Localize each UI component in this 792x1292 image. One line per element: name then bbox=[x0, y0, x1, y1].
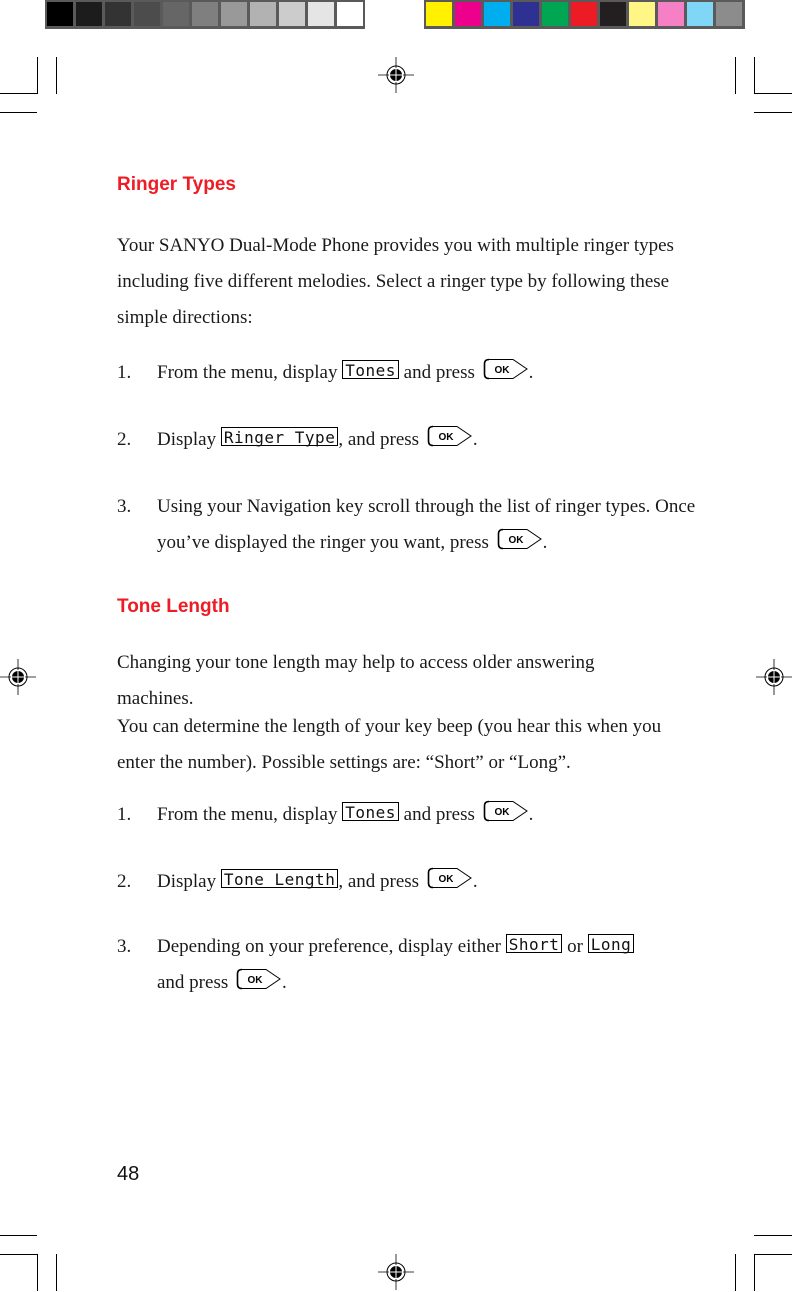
gray-swatch bbox=[134, 2, 160, 26]
gray-swatch bbox=[250, 2, 276, 26]
lcd-display-tone-length: Tone Length bbox=[220, 869, 339, 889]
step-punct: . bbox=[472, 871, 478, 892]
registration-mark-icon bbox=[378, 57, 414, 93]
crop-mark-line bbox=[754, 1235, 792, 1236]
color-swatch bbox=[571, 2, 597, 26]
color-swatch bbox=[484, 2, 510, 26]
ok-key-icon: OK bbox=[483, 799, 529, 822]
step-number: 1. bbox=[117, 362, 132, 383]
registration-mark-icon bbox=[378, 1254, 414, 1290]
crop-mark-line bbox=[735, 1254, 736, 1291]
lcd-display-ringer-type: Ringer Type bbox=[220, 427, 339, 447]
gray-swatch bbox=[76, 2, 102, 26]
grayscale-calibration-bar bbox=[45, 0, 365, 29]
ok-key-icon: OK bbox=[497, 527, 543, 550]
tone-length-intro: Changing your tone length may help to ac… bbox=[117, 652, 595, 709]
color-calibration-bar bbox=[424, 0, 745, 29]
step-punct: . bbox=[472, 429, 478, 450]
crop-mark-line bbox=[754, 57, 755, 94]
ok-key-icon: OK bbox=[236, 967, 282, 990]
step-number: 3. bbox=[117, 936, 132, 957]
crop-mark-line bbox=[735, 57, 736, 94]
step-text: Display bbox=[157, 429, 221, 450]
color-swatch bbox=[716, 2, 742, 26]
svg-text:OK: OK bbox=[508, 535, 524, 546]
lcd-display-tones: Tones bbox=[342, 360, 399, 380]
crop-mark-line bbox=[56, 57, 57, 94]
ringer-types-intro: Your SANYO Dual-Mode Phone provides you … bbox=[117, 235, 674, 328]
lcd-display-long: Long bbox=[587, 934, 635, 954]
gray-swatch bbox=[337, 2, 363, 26]
section-heading-ringer-types: Ringer Types bbox=[117, 174, 236, 195]
crop-mark-line bbox=[754, 112, 792, 113]
step-text: and press bbox=[398, 804, 480, 825]
gray-swatch bbox=[221, 2, 247, 26]
step-punct: . bbox=[542, 532, 548, 553]
crop-mark-line bbox=[37, 57, 38, 94]
step-text: or bbox=[562, 936, 588, 957]
step-text: From the menu, display bbox=[157, 804, 343, 825]
color-swatch bbox=[455, 2, 481, 26]
crop-mark-line bbox=[0, 112, 37, 113]
crop-mark-line bbox=[56, 1254, 57, 1291]
color-swatch bbox=[600, 2, 626, 26]
svg-text:OK: OK bbox=[494, 807, 510, 818]
color-swatch bbox=[658, 2, 684, 26]
gray-swatch bbox=[105, 2, 131, 26]
svg-text:OK: OK bbox=[438, 432, 454, 443]
gray-swatch bbox=[308, 2, 334, 26]
color-swatch bbox=[513, 2, 539, 26]
step-number: 3. bbox=[117, 496, 132, 517]
step-number: 1. bbox=[117, 804, 132, 825]
crop-mark-line bbox=[754, 1254, 792, 1255]
step-text: , and press bbox=[338, 429, 424, 450]
crop-mark-line bbox=[754, 1254, 755, 1291]
registration-mark-icon bbox=[756, 659, 792, 695]
page-number: 48 bbox=[117, 1163, 140, 1185]
step-number: 2. bbox=[117, 429, 132, 450]
svg-text:OK: OK bbox=[247, 975, 263, 986]
step-text: , and press bbox=[338, 871, 424, 892]
section-heading-tone-length: Tone Length bbox=[117, 596, 230, 617]
color-swatch bbox=[687, 2, 713, 26]
color-swatch bbox=[629, 2, 655, 26]
ok-key-icon: OK bbox=[483, 357, 529, 380]
registration-mark-icon bbox=[0, 659, 36, 695]
color-swatch bbox=[426, 2, 452, 26]
ok-key-icon: OK bbox=[427, 424, 473, 447]
step-punct: . bbox=[528, 362, 534, 383]
gray-swatch bbox=[47, 2, 73, 26]
lcd-display-short: Short bbox=[505, 934, 563, 954]
gray-swatch bbox=[163, 2, 189, 26]
crop-mark-line bbox=[37, 1254, 38, 1291]
step-text: Display bbox=[157, 871, 221, 892]
gray-swatch bbox=[192, 2, 218, 26]
svg-text:OK: OK bbox=[494, 365, 510, 376]
gray-swatch bbox=[279, 2, 305, 26]
crop-mark-line bbox=[0, 1235, 37, 1236]
ok-key-icon: OK bbox=[427, 866, 473, 889]
step-text: and press bbox=[157, 972, 233, 993]
svg-text:OK: OK bbox=[438, 874, 454, 885]
step-number: 2. bbox=[117, 871, 132, 892]
lcd-display-tones: Tones bbox=[342, 802, 399, 822]
tone-length-intro-2: You can determine the length of your key… bbox=[117, 716, 662, 773]
crop-mark-line bbox=[0, 93, 37, 94]
color-swatch bbox=[542, 2, 568, 26]
step-text: Using your Navigation key scroll through… bbox=[157, 496, 696, 553]
crop-mark-line bbox=[0, 1254, 37, 1255]
step-punct: . bbox=[528, 804, 534, 825]
step-text: Depending on your preference, display ei… bbox=[157, 936, 506, 957]
step-text: and press bbox=[398, 362, 480, 383]
step-punct: . bbox=[281, 972, 287, 993]
step-text: From the menu, display bbox=[157, 362, 343, 383]
crop-mark-line bbox=[754, 93, 792, 94]
